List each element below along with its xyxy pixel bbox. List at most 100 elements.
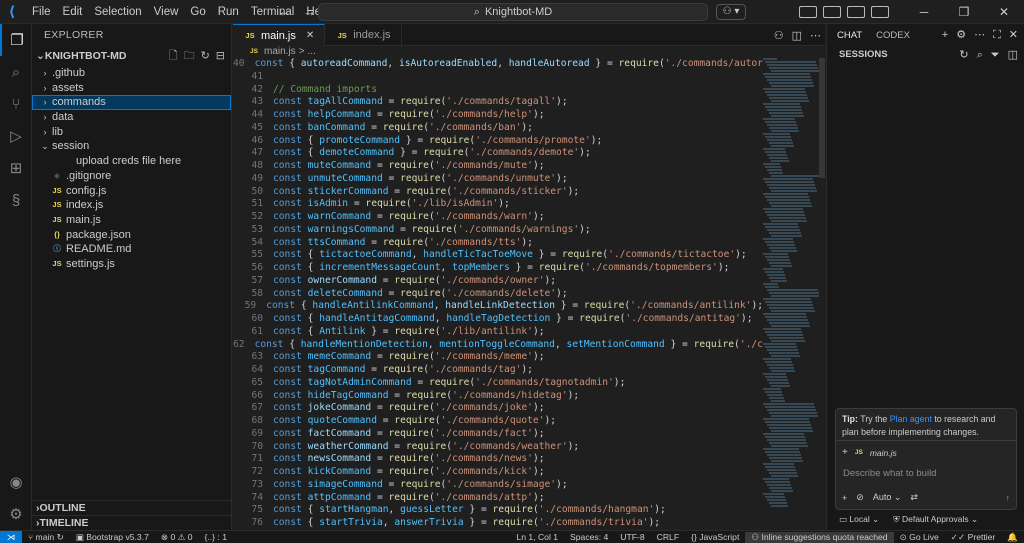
explorer-icon[interactable]: ❐ [0, 24, 32, 56]
code-line[interactable]: 66 const hideTagCommand = require('./comm… [233, 390, 763, 403]
tree-file-index-js[interactable]: JS index.js [32, 198, 231, 213]
approvals-select[interactable]: ⛨ Default Approvals ⌄ [893, 514, 978, 525]
code-line[interactable]: 48 const muteCommand = require('./command… [233, 160, 763, 173]
command-center-search[interactable]: ⌕ Knightbot-MD [318, 3, 708, 21]
code-line[interactable]: 49 const unmuteCommand = require('./comma… [233, 173, 763, 186]
tree-file-readme-md[interactable]: ⓘ README.md [32, 242, 231, 257]
end-of-line[interactable]: CRLF [651, 532, 685, 542]
split-icon[interactable]: ◫ [1008, 46, 1018, 64]
send-icon[interactable]: ↑ [1006, 493, 1011, 503]
split-editor-icon[interactable]: ◫ [792, 29, 802, 42]
copilot-quota[interactable]: ⚇ Inline suggestions quota reached [745, 531, 894, 543]
mode-select[interactable]: Auto ⌄ [873, 492, 902, 503]
python-icon[interactable]: § [0, 184, 32, 216]
code-line[interactable]: 51 const isAdmin = require('./lib/isAdmin… [233, 198, 763, 211]
chat-input-box[interactable]: + JS main.js Describe what to build + ⊘ … [835, 440, 1017, 510]
copilot-chat-icon[interactable]: ⚇ [774, 29, 784, 42]
search-view-icon[interactable]: ⌕ [0, 56, 32, 88]
breadcrumb-file[interactable]: main.js [264, 46, 296, 58]
code-line[interactable]: 50 const stickerCommand = require('./comm… [233, 186, 763, 199]
config-icon[interactable]: ⇄ [910, 492, 918, 503]
add-context-icon[interactable]: + [842, 447, 848, 458]
refresh-icon[interactable]: ↻ [959, 46, 968, 64]
code-line[interactable]: 70 const weatherCommand = require('./comm… [233, 441, 763, 454]
code-line[interactable]: 64 const tagCommand = require('./commands… [233, 364, 763, 377]
code-line[interactable]: 45 const banCommand = require('./commands… [233, 122, 763, 135]
close-tab-icon[interactable]: ✕ [306, 30, 314, 41]
more-actions-icon[interactable]: ⋯ [810, 29, 821, 42]
filter-icon[interactable]: ⏷ [991, 46, 1000, 64]
layout-panel-icon[interactable] [823, 6, 841, 18]
search-icon[interactable]: ⌕ [977, 46, 983, 64]
selection-indicator[interactable]: {..} : 1 [199, 532, 233, 542]
tree-folder-assets[interactable]: › assets [32, 81, 231, 96]
close-panel-icon[interactable]: ✕ [1009, 24, 1018, 46]
notifications-icon[interactable]: 🔔 [1001, 532, 1024, 543]
menu-run[interactable]: Run [212, 0, 245, 24]
bootstrap-indicator[interactable]: ▣ Bootstrap v5.3.7 [70, 532, 155, 543]
code-line[interactable]: 71 const newsCommand = require('./command… [233, 453, 763, 466]
code-line[interactable]: 47 const { demoteCommand } = require('./c… [233, 147, 763, 160]
code-line[interactable]: 53 const warningsCommand = require('./com… [233, 224, 763, 237]
scrollbar-thumb[interactable] [819, 58, 825, 178]
code-line[interactable]: 40 const { autoreadCommand, isAutoreadEna… [233, 58, 763, 71]
project-header[interactable]: ⌄ KNIGHTBOT-MD 🗋 🗀 ↻ ⊟ [32, 46, 231, 66]
layout-sidebar-icon[interactable] [799, 6, 817, 18]
menu-edit[interactable]: Edit [57, 0, 89, 24]
indentation[interactable]: Spaces: 4 [564, 532, 614, 542]
more-icon[interactable]: ⋯ [974, 24, 985, 46]
code-line[interactable]: 65 const tagNotAdminCommand = require('./… [233, 377, 763, 390]
code-line[interactable]: 73 const simageCommand = require('./comma… [233, 479, 763, 492]
code-line[interactable]: 43 const tagAllCommand = require('./comma… [233, 96, 763, 109]
language-mode[interactable]: {} JavaScript [685, 532, 745, 542]
tree-folder-lib[interactable]: › lib [32, 125, 231, 140]
encoding[interactable]: UTF-8 [614, 532, 650, 542]
plan-agent-link[interactable]: Plan agent [890, 414, 932, 424]
settings-gear-icon[interactable]: ⚙ [956, 24, 966, 46]
code-line[interactable]: 74 const attpCommand = require('./command… [233, 492, 763, 505]
go-live-button[interactable]: ⊙ Go Live [894, 532, 945, 543]
tree-folder--github[interactable]: › .github [32, 66, 231, 81]
code-line[interactable]: 68 const quoteCommand = require('./comman… [233, 415, 763, 428]
code-line[interactable]: 44 const helpCommand = require('./command… [233, 109, 763, 122]
code-line[interactable]: 60 const { handleAntitagCommand, handleTa… [233, 313, 763, 326]
cursor-position[interactable]: Ln 1, Col 1 [510, 532, 564, 542]
editor-scrollbar[interactable] [819, 58, 825, 530]
settings-gear-icon[interactable]: ⚙ [0, 498, 32, 530]
close-window-icon[interactable]: ✕ [984, 0, 1024, 24]
new-file-icon[interactable]: 🗋 [169, 46, 178, 66]
new-chat-icon[interactable]: + [942, 24, 948, 46]
menu-file[interactable]: File [26, 0, 57, 24]
code-line[interactable]: 76 const { startTrivia, answerTrivia } = … [233, 517, 763, 530]
collapse-all-icon[interactable]: ⊟ [216, 46, 225, 66]
local-select[interactable]: ▭ Local ⌄ [839, 514, 879, 525]
tree-file-upload-creds-file-here[interactable]: upload creds file here [32, 154, 231, 169]
code-line[interactable]: 55 const { tictactoeCommand, handleTicTac… [233, 249, 763, 262]
back-arrow-icon[interactable]: ← [278, 0, 291, 24]
code-line[interactable]: 69 const factCommand = require('./command… [233, 428, 763, 441]
menu-selection[interactable]: Selection [88, 0, 147, 24]
code-line[interactable]: 42 // Command imports [233, 84, 763, 97]
code-line[interactable]: 61 const { Antilink } = require('./lib/an… [233, 326, 763, 339]
run-debug-icon[interactable]: ▷ [0, 120, 32, 152]
tree-file-main-js[interactable]: JS main.js [32, 213, 231, 228]
code-line[interactable]: 72 const kickCommand = require('./command… [233, 466, 763, 479]
source-control-icon[interactable]: ⑂ [0, 88, 32, 120]
timeline-section[interactable]: › TIMELINE [32, 515, 232, 530]
tree-file-config-js[interactable]: JS config.js [32, 184, 231, 199]
branch-indicator[interactable]: ⑂ main ↻ [22, 532, 70, 543]
menu-go[interactable]: Go [184, 0, 211, 24]
tree-file-package-json[interactable]: {} package.json [32, 228, 231, 243]
customize-layout-icon[interactable] [871, 6, 889, 18]
code-line[interactable]: 54 const ttsCommand = require('./commands… [233, 237, 763, 250]
code-editor[interactable]: 40 const { autoreadCommand, isAutoreadEna… [233, 58, 763, 530]
code-line[interactable]: 75 const { startHangman, guessLetter } = … [233, 504, 763, 517]
tab-index-js[interactable]: JS index.js [325, 24, 402, 46]
maximize-panel-icon[interactable]: ⛶ [993, 24, 1001, 46]
tree-file-settings-js[interactable]: JS settings.js [32, 257, 231, 272]
code-line[interactable]: 63 const memeCommand = require('./command… [233, 351, 763, 364]
refresh-icon[interactable]: ↻ [201, 46, 210, 66]
code-line[interactable]: 62 const { handleMentionDetection, mentio… [233, 339, 763, 352]
code-line[interactable]: 56 const { incrementMessageCount, topMemb… [233, 262, 763, 275]
code-line[interactable]: 41 [233, 71, 763, 84]
